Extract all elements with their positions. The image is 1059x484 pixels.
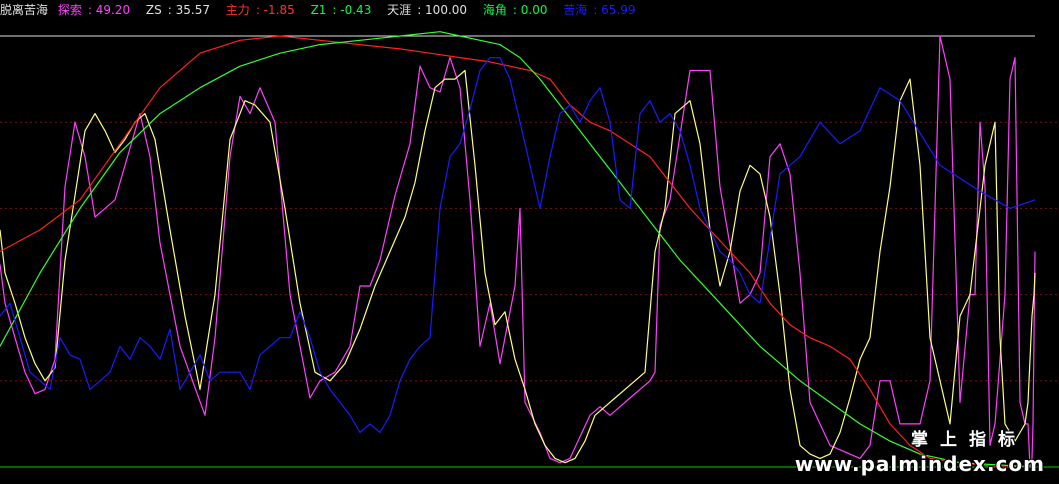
indicator-header: 脱离苦海 探索: 49.20 ZS: 35.57 主力: -1.85 Z1: -… xyxy=(0,0,648,20)
legend-value: 49.20 xyxy=(95,3,131,17)
series-line-1 xyxy=(0,69,1036,464)
watermark: 掌上指标 www.palmindex.com xyxy=(795,425,1045,476)
legend-label: 主力 xyxy=(225,3,250,17)
legend-zhuli: 主力: -1.85 xyxy=(225,3,295,17)
indicator-name: 脱离苦海 xyxy=(0,3,49,17)
legend-label: 苦海 xyxy=(563,3,588,17)
legend-value: 35.57 xyxy=(175,3,210,17)
legend-value: 65.99 xyxy=(601,3,636,17)
chart-window: 脱离苦海 探索: 49.20 ZS: 35.57 主力: -1.85 Z1: -… xyxy=(0,0,1059,484)
legend-value: 0.00 xyxy=(520,3,548,17)
legend-haijiao: 海角: 0.00 xyxy=(482,3,548,17)
legend-label: 天涯 xyxy=(387,3,412,17)
legend-zs: ZS: 35.57 xyxy=(145,3,210,17)
legend-label: 海角 xyxy=(482,3,507,17)
legend-value: -1.85 xyxy=(263,3,295,17)
legend-kuhai: 苦海: 65.99 xyxy=(563,3,636,17)
watermark-title: 掌上指标 xyxy=(911,430,1027,450)
legend-tianya: 天涯: 100.00 xyxy=(387,3,468,17)
legend-label: ZS xyxy=(145,3,162,17)
plot-area xyxy=(0,31,1059,468)
legend-label: Z1 xyxy=(310,3,327,17)
legend-z1: Z1: -0.43 xyxy=(310,3,372,17)
watermark-url: www.palmindex.com xyxy=(794,452,1045,476)
legend-value: -0.43 xyxy=(340,3,372,17)
legend-value: 100.00 xyxy=(425,3,468,17)
legend-label: 探索 xyxy=(57,3,82,17)
legend-tansuo: 探索: 49.20 xyxy=(57,3,131,17)
